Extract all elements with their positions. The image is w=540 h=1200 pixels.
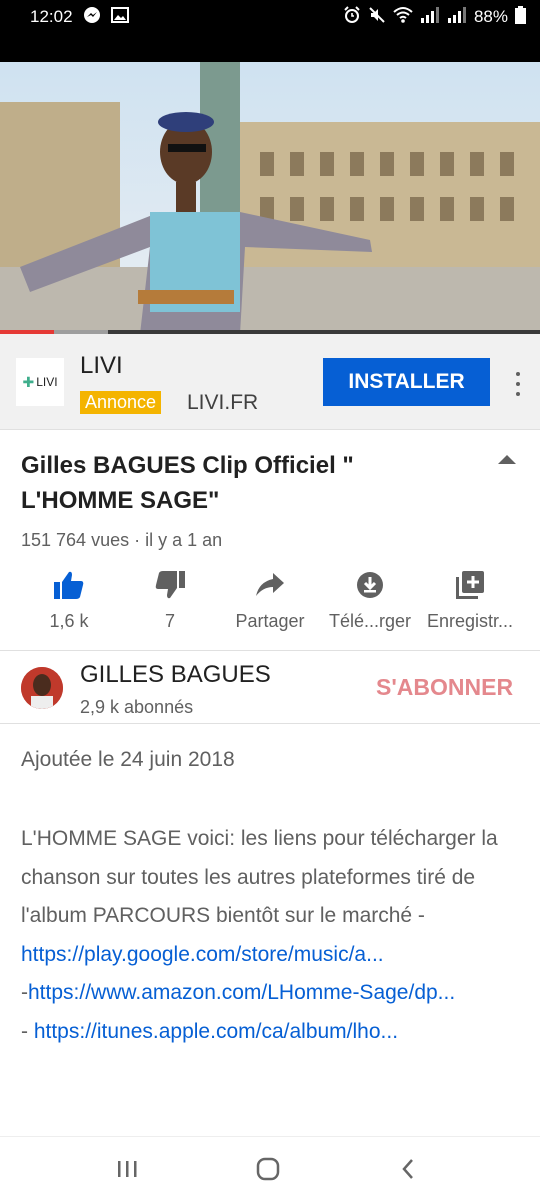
divider [0,650,540,651]
save-label: Enregistr... [426,611,514,631]
channel-name[interactable]: GILLES BAGUES [80,661,271,689]
playlist-add-icon [420,568,520,602]
battery-percent: 88% [473,7,508,26]
more-vert-icon[interactable] [510,372,526,396]
description-text: L'HOMME SAGE voici: les liens pour téléc… [21,820,526,1051]
like-button[interactable]: 1,6 k [19,568,119,632]
upload-date: Ajoutée le 24 juin 2018 [21,748,235,771]
link-itunes[interactable]: https://itunes.apple.com/ca/album/lho... [34,1020,398,1043]
wifi-icon [393,6,413,29]
divider [0,723,540,724]
link-google-play[interactable]: https://play.google.com/store/music/a... [21,943,384,966]
signal-icon [420,6,440,28]
description-paragraph: L'HOMME SAGE voici: les liens pour téléc… [21,827,498,927]
home-icon[interactable] [253,1155,283,1183]
share-button[interactable]: Partager [220,568,320,632]
signal-icon [447,6,467,28]
mute-icon [368,6,386,29]
video-meta: 151 764 vues · il y a 1 an [21,530,223,550]
save-button[interactable]: Enregistr... [420,568,520,632]
link-prefix: - [21,1019,34,1043]
share-icon [220,568,320,602]
install-button[interactable]: INSTALLER [323,358,490,406]
subscriber-count: 2,9 k abonnés [80,697,194,717]
ad-logo-text: LIVI [36,375,58,389]
status-bar: 12:02 88% [0,0,540,34]
video-frame[interactable] [0,62,540,334]
video-player[interactable] [0,34,540,334]
ad-title: LIVI [80,352,123,379]
status-time: 12:02 [30,7,73,26]
alarm-icon [343,5,361,29]
thumbs-down-icon [120,568,220,602]
recents-icon[interactable] [112,1155,142,1183]
share-label: Partager [235,611,305,631]
collapse-icon[interactable] [498,455,516,464]
link-amazon[interactable]: https://www.amazon.com/LHomme-Sage/dp... [28,981,455,1004]
link-prefix: - [21,981,28,1004]
download-button[interactable]: Télé...rger [320,568,420,632]
back-icon[interactable] [393,1155,423,1183]
download-label: Télé...rger [328,611,412,631]
video-title[interactable]: Gilles BAGUES Clip Officiel " L'HOMME SA… [21,448,461,518]
system-nav-bar [0,1136,540,1200]
messenger-icon [83,6,101,29]
like-count: 1,6 k [49,611,89,631]
subscribe-button[interactable]: S'ABONNER [376,674,513,701]
plus-icon: ✚ [22,373,35,390]
thumbs-up-icon [19,568,119,602]
download-icon [320,568,420,602]
ad-badge: Annonce [80,391,162,414]
dislike-count: 7 [164,611,175,631]
channel-avatar[interactable] [21,667,63,709]
battery-icon [515,5,526,29]
ad-domain: LIVI.FR [187,391,259,414]
ad-logo[interactable]: ✚ LIVI [16,358,64,406]
ad-banner[interactable]: ✚ LIVI LIVI Annonce LIVI.FR INSTALLER [0,334,540,430]
gallery-icon [110,6,129,28]
dislike-button[interactable]: 7 [120,568,220,632]
